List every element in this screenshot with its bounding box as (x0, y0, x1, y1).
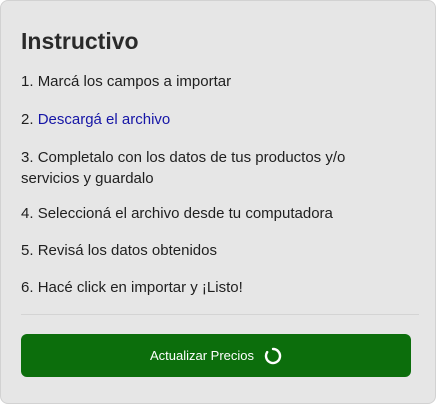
step-4-number: 4. (21, 205, 38, 222)
step-1: 1. Marcá los campos a importar (21, 71, 231, 92)
step-5-number: 5. (21, 242, 38, 259)
step-5-text: Revisá los datos obtenidos (37, 242, 217, 259)
step-1-number: 1. (21, 73, 38, 90)
instructions-card: Instructivo 1. Marcá los campos a import… (0, 0, 436, 404)
step-1-text: Marcá los campos a importar (37, 73, 232, 90)
step-3: 3. Completalo con los datos de tus produ… (21, 147, 401, 189)
step-4-text: Seleccioná el archivo desde tu computado… (37, 205, 333, 222)
spinner-icon (264, 347, 282, 365)
step-6-text: Hacé click en importar y ¡Listo! (37, 279, 243, 296)
step-4: 4. Seleccioná el archivo desde tu comput… (21, 203, 333, 224)
update-prices-label: Actualizar Precios (149, 348, 255, 363)
step-3-number: 3. (21, 149, 38, 166)
step-2: 2. Descargá el archivo (21, 109, 170, 130)
step-5: 5. Revisá los datos obtenidos (21, 240, 217, 261)
step-2-number: 2. (21, 111, 38, 128)
card-title: Instructivo (21, 28, 139, 54)
download-file-link[interactable]: Descargá el archivo (38, 111, 171, 128)
divider (21, 314, 419, 315)
step-3-text: Completalo con los datos de tus producto… (21, 149, 346, 187)
update-prices-button[interactable]: Actualizar Precios (21, 334, 411, 377)
step-6-number: 6. (21, 279, 38, 296)
step-6: 6. Hacé click en importar y ¡Listo! (21, 277, 243, 298)
